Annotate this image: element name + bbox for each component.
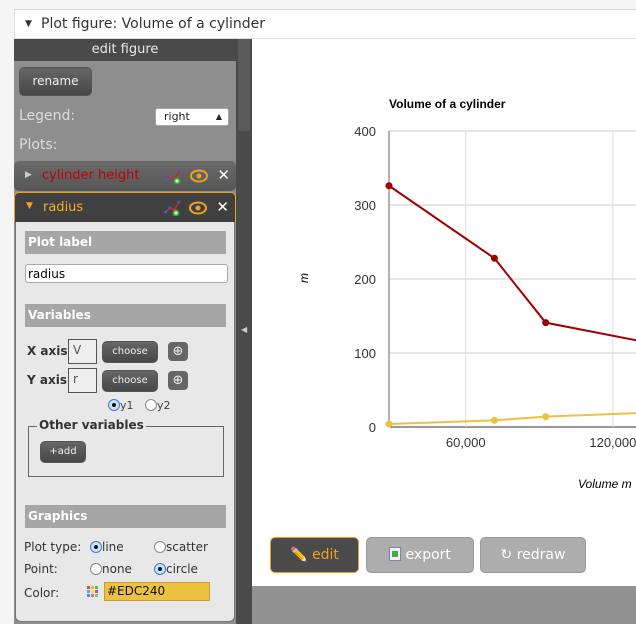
variables-header: Variables	[25, 304, 226, 327]
plot-row-cylinder-height[interactable]: ▶ cylinder height ✕	[14, 161, 236, 191]
sidebar-title: edit figure	[14, 39, 236, 61]
scatter-radio[interactable]	[154, 541, 166, 553]
color-label: Color:	[24, 586, 60, 600]
collapse-triangle-icon[interactable]: ▼	[25, 10, 32, 39]
x-choose-button[interactable]: choose	[102, 341, 158, 363]
refresh-icon: ↻	[500, 547, 513, 563]
circle-radio[interactable]	[154, 563, 166, 575]
y-tick-label: 200	[354, 272, 376, 287]
data-point	[542, 413, 550, 421]
y-choose-button[interactable]: choose	[102, 370, 158, 392]
close-icon[interactable]: ✕	[217, 161, 230, 190]
scrollbar-thumb[interactable]	[238, 39, 250, 131]
x-tick-label: 120,000	[589, 435, 636, 450]
line-option[interactable]: line	[90, 540, 124, 554]
legend-select[interactable]: right ▲	[155, 108, 229, 126]
other-variables-label: Other variables	[37, 418, 146, 432]
collapse-triangle-icon[interactable]: ▼	[26, 192, 33, 221]
data-point	[385, 182, 393, 190]
chart: 010020030040060,000120,000180,000Volume …	[297, 97, 636, 491]
y1-label: y1	[120, 399, 134, 412]
y-axis-label: Y axis	[27, 373, 67, 387]
data-point	[542, 319, 550, 327]
scatter-option[interactable]: scatter	[154, 540, 208, 554]
y-tick-label: 300	[354, 198, 376, 213]
y-axis-selector: y1 y2	[108, 399, 171, 412]
redraw-label: redraw	[516, 547, 566, 563]
select-arrows-icon: ▲	[215, 112, 222, 121]
x-axis-label: Volume m	[578, 477, 632, 491]
chart-title: Volume of a cylinder	[389, 97, 506, 111]
line-radio[interactable]	[90, 541, 102, 553]
y1-radio[interactable]	[108, 399, 120, 411]
data-point	[385, 420, 393, 428]
data-point	[490, 254, 498, 262]
x-tick-label: 60,000	[446, 435, 486, 450]
figure-title: Plot figure: Volume of a cylinder	[41, 16, 266, 32]
y-axis-label: m	[297, 273, 311, 283]
circle-option[interactable]: circle	[154, 562, 198, 576]
eye-icon[interactable]	[190, 169, 209, 183]
plot-type-label: Plot type:	[24, 540, 82, 554]
y-tick-label: 400	[354, 124, 376, 139]
edit-figure-sidebar: edit figure rename Legend: right ▲ Plots:…	[14, 39, 236, 624]
export-button[interactable]: export	[366, 537, 474, 573]
series-line	[388, 412, 636, 426]
plot-name: cylinder height	[42, 168, 140, 183]
legend-label: Legend:	[19, 108, 76, 124]
add-trendline-icon[interactable]	[165, 168, 182, 184]
close-icon[interactable]: ✕	[216, 193, 229, 222]
plot-row-radius[interactable]: ▼ radius ✕	[14, 192, 236, 222]
plot-name: radius	[43, 200, 84, 215]
series-line	[388, 184, 636, 342]
graphics-header: Graphics	[25, 505, 226, 528]
figure-panel-header[interactable]: ▼ Plot figure: Volume of a cylinder	[14, 9, 636, 39]
bottom-bar	[252, 586, 636, 624]
plots-label: Plots:	[19, 137, 58, 153]
redraw-button[interactable]: ↻ redraw	[480, 537, 586, 573]
x-axis-label: X axis	[27, 344, 68, 358]
circle-label: circle	[166, 562, 198, 576]
add-trendline-icon[interactable]	[164, 200, 181, 216]
y-tick-label: 0	[369, 420, 376, 435]
color-palette-icon[interactable]	[87, 586, 99, 598]
plot-editor: Plot label Variables X axis V choose ⊕ Y…	[15, 222, 235, 622]
edit-label: edit	[312, 547, 339, 563]
data-point	[490, 416, 498, 424]
none-option[interactable]: none	[90, 562, 132, 576]
y2-radio[interactable]	[145, 399, 158, 411]
eye-icon[interactable]	[189, 201, 208, 215]
plot-area: 010020030040060,000120,000180,000Volume …	[252, 39, 636, 586]
line-label: line	[102, 540, 124, 554]
y-target-icon[interactable]: ⊕	[168, 371, 188, 390]
export-image-icon	[389, 547, 402, 561]
collapse-arrow-icon[interactable]: ◀	[241, 325, 247, 334]
edit-button[interactable]: ✏️ edit	[270, 537, 359, 573]
y-tick-label: 100	[354, 346, 376, 361]
none-label: none	[102, 562, 132, 576]
edit-pencil-icon: ✏️	[290, 547, 308, 563]
sidebar-splitter[interactable]: ◀	[236, 39, 252, 624]
y2-label: y2	[157, 399, 171, 412]
point-label: Point:	[24, 562, 58, 576]
rename-button[interactable]: rename	[19, 67, 92, 96]
y-axis-variable[interactable]: r	[68, 368, 97, 393]
color-input[interactable]: #EDC240	[104, 582, 210, 601]
none-radio[interactable]	[90, 563, 102, 575]
export-label: export	[405, 547, 451, 563]
other-variables-box: Other variables +add	[28, 418, 224, 477]
expand-triangle-icon[interactable]: ▶	[25, 161, 32, 190]
plot-label-header: Plot label	[25, 231, 226, 254]
legend-value: right	[164, 110, 190, 123]
x-axis-variable[interactable]: V	[68, 339, 97, 364]
add-variable-button[interactable]: +add	[40, 441, 86, 463]
x-target-icon[interactable]: ⊕	[168, 342, 188, 361]
plot-label-input[interactable]	[25, 264, 228, 283]
scatter-label: scatter	[166, 540, 208, 554]
